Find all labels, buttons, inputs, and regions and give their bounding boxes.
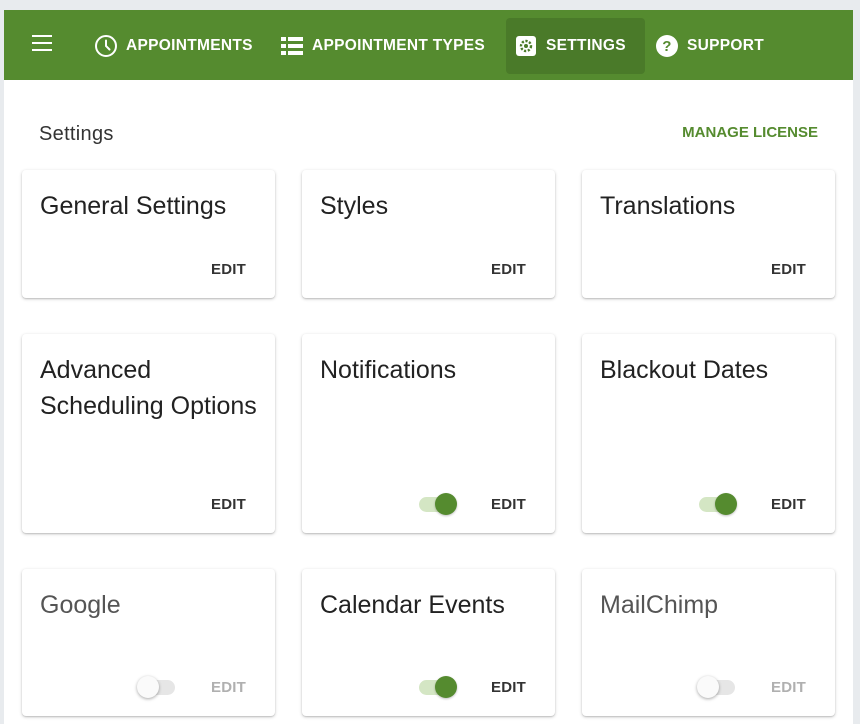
page-title: Settings (39, 123, 114, 145)
edit-button[interactable]: EDIT (771, 679, 806, 696)
card-google: Google EDIT (22, 569, 275, 716)
card-title: Notifications (320, 356, 457, 384)
edit-button[interactable]: EDIT (211, 261, 246, 278)
card-general-settings: General Settings EDIT (22, 170, 275, 298)
card-title: Advanced Scheduling Options (40, 356, 257, 420)
card-notifications: Notifications EDIT (302, 334, 555, 533)
top-navigation-bar: APPOINTMENTS APPOINTMENT TYPES SETTINGS … (4, 10, 853, 80)
nav-appointments-label: APPOINTMENTS (126, 37, 253, 54)
card-blackout-dates: Blackout Dates EDIT (582, 334, 835, 533)
nav-appointments[interactable]: APPOINTMENTS (86, 18, 261, 74)
card-title: Google (40, 591, 121, 619)
edit-button[interactable]: EDIT (491, 679, 526, 696)
card-title: Styles (320, 192, 389, 220)
calendar-events-toggle[interactable] (417, 675, 457, 699)
notifications-toggle[interactable] (417, 492, 457, 516)
list-icon (280, 34, 304, 58)
manage-license-button[interactable]: MANAGE LICENSE (682, 124, 818, 141)
nav-settings-label: SETTINGS (546, 37, 626, 54)
mailchimp-toggle[interactable] (697, 675, 737, 699)
card-styles: Styles EDIT (302, 170, 555, 298)
toggle-thumb (715, 493, 737, 515)
nav-appointment-types[interactable]: APPOINTMENT TYPES (272, 18, 493, 74)
nav-appointment-types-label: APPOINTMENT TYPES (312, 37, 486, 54)
svg-text:?: ? (662, 38, 671, 55)
edit-button[interactable]: EDIT (211, 496, 246, 513)
google-toggle[interactable] (137, 675, 177, 699)
edit-button[interactable]: EDIT (771, 496, 806, 513)
card-advanced-scheduling-options: Advanced Scheduling Options EDIT (22, 334, 275, 533)
card-title: MailChimp (600, 591, 719, 619)
edit-button[interactable]: EDIT (491, 496, 526, 513)
gear-icon (514, 34, 538, 58)
toggle-thumb (697, 676, 719, 698)
nav-settings[interactable]: SETTINGS (506, 18, 645, 74)
toggle-thumb (435, 676, 457, 698)
card-calendar-events: Calendar Events EDIT (302, 569, 555, 716)
toggle-thumb (137, 676, 159, 698)
edit-button[interactable]: EDIT (491, 261, 526, 278)
nav-support-label: SUPPORT (687, 37, 765, 54)
card-title: Translations (600, 192, 736, 220)
card-translations: Translations EDIT (582, 170, 835, 298)
card-title: General Settings (40, 192, 227, 220)
card-title: Blackout Dates (600, 356, 769, 384)
edit-button[interactable]: EDIT (771, 261, 806, 278)
app-container: APPOINTMENTS APPOINTMENT TYPES SETTINGS … (4, 10, 853, 724)
card-mailchimp: MailChimp EDIT (582, 569, 835, 716)
toggle-thumb (435, 493, 457, 515)
card-title: Calendar Events (320, 591, 505, 619)
clock-icon (94, 34, 118, 58)
help-circle-icon: ? (655, 34, 679, 58)
blackout-dates-toggle[interactable] (697, 492, 737, 516)
hamburger-menu-icon[interactable] (32, 35, 54, 53)
edit-button[interactable]: EDIT (211, 679, 246, 696)
nav-support[interactable]: ? SUPPORT (647, 18, 772, 74)
